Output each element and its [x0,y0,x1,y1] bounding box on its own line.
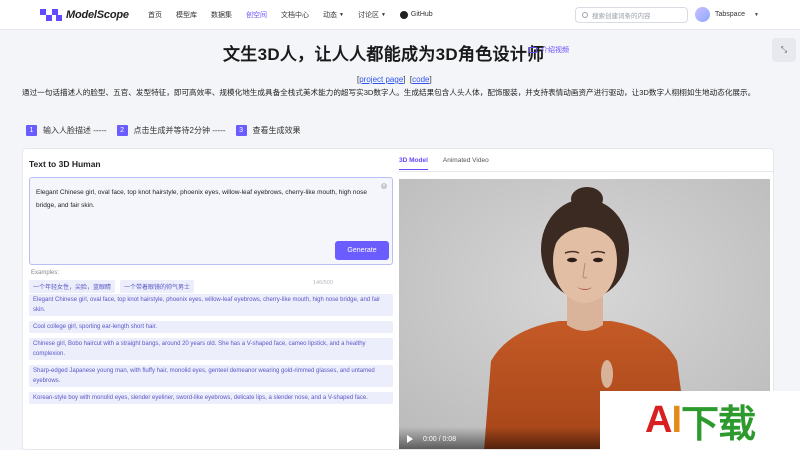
logo-icon [40,8,62,21]
step-text: 查看生成效果 [252,126,301,135]
tab-3d-model[interactable]: 3D Model [399,157,428,170]
examples-list: Elegant Chinese girl, oval face, top kno… [29,294,393,409]
top-nav: ModelScope 首页 模型库 数据集 创空间 文档中心 动态 ▼ 讨论区 ▼ … [0,0,800,30]
example-chip[interactable]: 一个带着眼镜的帅气男士 [120,280,195,293]
chevron-down-icon: ▼ [753,11,759,18]
prompt-text: Elegant Chinese girl, oval face, top kno… [36,189,367,209]
watermark-i: I [671,399,682,441]
steps: 1 输入人脸描述 ----- 2 点击生成并等待2分钟 ----- 3 查看生成… [26,125,311,136]
intro-video-link[interactable]: 介绍视频 [529,45,569,55]
example-item[interactable]: Chinese girl, Bobo haircut with a straig… [29,338,393,360]
collapse-button[interactable]: ⤡ [772,38,796,62]
watermark-zh: 下载 [681,404,756,446]
step-number: 2 [116,125,128,136]
example-item[interactable]: Elegant Chinese girl, oval face, top kno… [29,294,393,316]
step-number: 1 [26,125,37,136]
nav-news[interactable]: 动态 ▼ [323,10,344,20]
nav-discuss[interactable]: 讨论区 ▼ [358,10,386,20]
description: 通过一句话描述人的脸型、五官、发型特征，即可高效率、规模化地生成具备全栈式美术能… [22,88,756,97]
nav-docs[interactable]: 文档中心 [281,10,309,20]
step-text: 点击生成并等待2分钟 ----- [133,126,226,135]
code-link[interactable]: code [412,75,429,84]
nav-discuss-label: 讨论区 [357,11,379,19]
username: Tabspace [715,11,745,18]
nav-home[interactable]: 首页 [148,10,162,20]
chevron-down-icon: ▼ [380,11,386,18]
collapse-icon: ⤡ [780,45,788,54]
step-text: 输入人脸描述 ----- [43,126,107,135]
nav-datasets[interactable]: 数据集 [211,10,232,20]
search-icon [582,12,588,18]
github-icon [399,10,408,19]
watermark-logo: A I 下载 [600,391,800,450]
user-menu[interactable]: Tabspace ▼ [695,7,759,22]
intro-video-label: 介绍视频 [541,47,569,54]
step-number: 3 [235,125,247,136]
play-icon[interactable] [407,435,413,443]
page-title: 文生3D人，让人人都能成为3D角色设计师 [223,45,545,64]
nav-studios[interactable]: 创空间 [246,10,267,20]
nav-github-label: GitHub [410,11,433,18]
example-chip[interactable]: 一个年轻女性，尖脸，蓝眼睛 [29,280,116,293]
example-item[interactable]: Sharp-edged Japanese young man, with flu… [29,365,393,387]
nav-news-label: 动态 [323,11,337,19]
search-input[interactable]: 搜索创建词条的内容 [575,7,688,23]
nav-models[interactable]: 模型库 [176,10,197,20]
watermark-a: A [644,399,672,441]
modelscope-logo[interactable]: ModelScope [40,8,132,21]
video-icon [529,47,537,53]
chevron-down-icon: ▼ [339,11,344,18]
logo-text: ModelScope [66,8,129,21]
example-item[interactable]: Cool college girl, sporting ear-length s… [29,321,393,333]
avatar [695,7,710,22]
project-page-link[interactable]: project page [359,75,403,84]
generate-button[interactable]: Generate [335,241,389,260]
search-placeholder: 搜索创建词条的内容 [592,13,651,20]
project-links: [project page] [code] [357,75,432,84]
nav-github[interactable]: GitHub [399,10,433,19]
char-counter: 146/500 [313,280,333,286]
examples-label: Examples: [31,270,60,276]
panel-title: Text to 3D Human [29,159,101,169]
video-time: 0:00 / 0:08 [423,435,457,443]
tab-animated-video[interactable]: Animated Video [443,157,489,170]
clear-icon[interactable]: × [381,183,387,189]
example-item[interactable]: Korean-style boy with monolid eyes, slen… [29,392,393,404]
